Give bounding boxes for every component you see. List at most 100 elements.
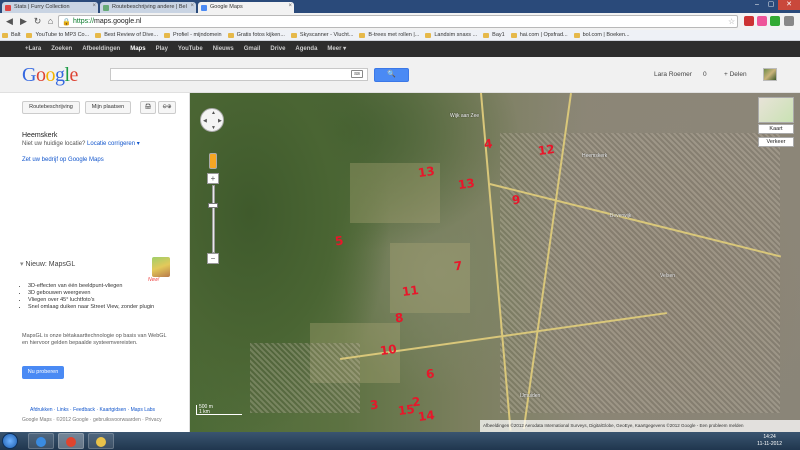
search-button[interactable]: 🔍 [374, 68, 409, 82]
pan-down-icon[interactable]: ▼ [211, 125, 216, 131]
map-number-label: 13 [457, 175, 476, 193]
list-item: Vliegen over 45° luchtfoto's [28, 297, 157, 304]
my-places-button[interactable]: Mijn plaatsen [85, 101, 131, 114]
bookmark-item[interactable]: Profiel - mijndomein [162, 30, 226, 40]
tab-1[interactable]: Stats | Furry Collection × [2, 2, 98, 13]
extension-icon[interactable] [757, 16, 767, 26]
bookmark-item[interactable]: YouTube to MP3 Co... [24, 30, 93, 40]
close-window-button[interactable]: ✕ [778, 0, 800, 10]
list-item: 3D-effecten van één beeldpunt-vliegen [28, 283, 157, 290]
map-number-label: 10 [379, 341, 398, 359]
map-urban-area [500, 133, 780, 413]
footer-links[interactable]: Afdrukken · Links · Feedback · Kaartgids… [30, 407, 155, 413]
google-bar: +Lara Zoeken Afbeeldingen Maps Play YouT… [0, 41, 800, 57]
bookmark-item[interactable]: hai.com | Opsfrad... [509, 30, 572, 40]
search-input[interactable] [110, 68, 368, 81]
bookmark-item[interactable]: Best Review of Dive... [93, 30, 162, 40]
tab-2[interactable]: Routebeschrijving andere | Bel × [100, 2, 196, 13]
taskbar-chrome[interactable] [58, 433, 84, 449]
list-item: 3D gebouwen weergeven [28, 290, 157, 297]
notification-count[interactable]: 0 [703, 71, 707, 78]
home-icon[interactable]: ⌂ [45, 16, 56, 27]
taskbar-explorer[interactable] [88, 433, 114, 449]
bookmark-item[interactable]: Balt [0, 30, 24, 40]
tab-google-maps[interactable]: Google Maps × [198, 2, 294, 13]
share-button[interactable]: + Delen [724, 71, 747, 78]
gbar-maps[interactable]: Maps [125, 41, 150, 57]
map-number-label: 7 [453, 258, 464, 274]
pegman-icon[interactable] [209, 153, 217, 169]
zoom-out-button[interactable]: − [207, 253, 219, 264]
gbar-gmail[interactable]: Gmail [239, 41, 266, 57]
minimize-button[interactable]: – [750, 0, 764, 10]
directions-button[interactable]: Routebeschrijving [22, 101, 80, 114]
extension-icon[interactable] [770, 16, 780, 26]
pan-left-icon[interactable]: ◀ [203, 118, 207, 124]
mapsgl-features: 3D-effecten van één beeldpunt-vliegen 3D… [22, 283, 157, 311]
gbar-youtube[interactable]: YouTube [173, 41, 208, 57]
pan-right-icon[interactable]: ▶ [218, 118, 222, 124]
bookmark-item[interactable]: Bay1 [481, 30, 509, 40]
system-clock[interactable]: 14:24 11-11-2012 [757, 434, 782, 448]
scale-label: 1 km [199, 409, 210, 415]
wrench-icon[interactable] [784, 16, 794, 26]
link-icon[interactable]: ⊖⊕ [158, 101, 176, 114]
traffic-button[interactable]: Verkeer [758, 137, 794, 147]
maps-favicon [201, 5, 207, 11]
gbar-more[interactable]: Meer ▾ [322, 41, 351, 57]
mapsgl-title[interactable]: Nieuw: MapsGL [20, 260, 75, 268]
map-type-thumbnail[interactable] [758, 97, 794, 123]
mapsgl-thumbnail [152, 257, 170, 277]
close-icon[interactable]: × [92, 3, 96, 9]
extension-icon[interactable] [744, 16, 754, 26]
zoom-in-button[interactable]: + [207, 173, 219, 184]
pan-control[interactable]: ▲ ▼ ◀ ▶ [200, 108, 224, 132]
footer-copyright[interactable]: Google Maps · ©2012 Google · gebruiksvoo… [22, 417, 162, 423]
bookmark-item[interactable]: B-trees met rollen |... [357, 30, 423, 40]
map-number-label: 3 [369, 397, 380, 413]
screen: Stats | Furry Collection × Routebeschrij… [0, 0, 800, 450]
pan-up-icon[interactable]: ▲ [211, 110, 216, 116]
gbar-drive[interactable]: Drive [265, 41, 290, 57]
bookmark-item[interactable]: bol.com | Boeken... [572, 30, 634, 40]
gbar-news[interactable]: Nieuws [208, 41, 239, 57]
close-icon[interactable]: × [190, 3, 194, 9]
forward-icon[interactable]: ▶ [18, 16, 29, 27]
map-industrial-area [250, 343, 360, 413]
try-now-button[interactable]: Nu proberen [22, 366, 64, 379]
map-field [390, 243, 470, 313]
start-button[interactable] [2, 433, 18, 449]
keyboard-icon[interactable]: ⌨ [351, 70, 363, 78]
correct-location-link[interactable]: Locatie corrigeren ▾ [87, 141, 140, 147]
map-attribution[interactable]: Afbeeldingen ©2012 Aerodata Internationa… [480, 420, 800, 432]
bookmark-item[interactable]: Gratis fotos kijken... [226, 30, 289, 40]
taskbar-ie[interactable] [28, 433, 54, 449]
tab-strip: Stats | Furry Collection × Routebeschrij… [0, 0, 800, 13]
avatar[interactable] [763, 68, 777, 81]
print-icon[interactable]: 🖨 [140, 101, 156, 114]
star-icon[interactable]: ☆ [728, 17, 735, 26]
add-business-link[interactable]: Zet uw bedrijf op Google Maps [22, 157, 104, 163]
map-type-button[interactable]: Kaart [758, 124, 794, 134]
gbar-plus-lara[interactable]: +Lara [20, 41, 46, 57]
gbar-search[interactable]: Zoeken [46, 41, 77, 57]
gbar-images[interactable]: Afbeeldingen [77, 41, 125, 57]
bookmark-item[interactable]: Landsim snaxs ... [423, 30, 481, 40]
chrome-icon [66, 437, 76, 447]
zoom-slider[interactable] [212, 185, 215, 253]
place-subtitle: Niet uw huidige locatie? Locatie corrige… [22, 140, 140, 147]
gbar-play[interactable]: Play [151, 41, 173, 57]
reload-icon[interactable]: ↻ [32, 16, 43, 27]
bookmark-item[interactable]: Skyscanner - Vlucht... [289, 30, 358, 40]
user-name[interactable]: Lara Roemer [654, 71, 692, 78]
gbar-calendar[interactable]: Agenda [290, 41, 322, 57]
zoom-slider-handle[interactable] [208, 203, 218, 208]
map-number-label: 13 [417, 163, 436, 181]
close-icon[interactable]: × [288, 3, 292, 9]
tab-label: Stats | Furry Collection [14, 4, 70, 10]
back-icon[interactable]: ◀ [4, 16, 15, 27]
satellite-map[interactable]: 4 12 13 13 9 5 7 11 8 10 6 3 15 2 14 Hee… [190, 93, 800, 432]
google-logo[interactable]: Google [22, 64, 78, 87]
address-bar[interactable]: 🔒 https://maps.google.nl [58, 15, 738, 28]
maximize-button[interactable]: ▢ [764, 0, 778, 10]
